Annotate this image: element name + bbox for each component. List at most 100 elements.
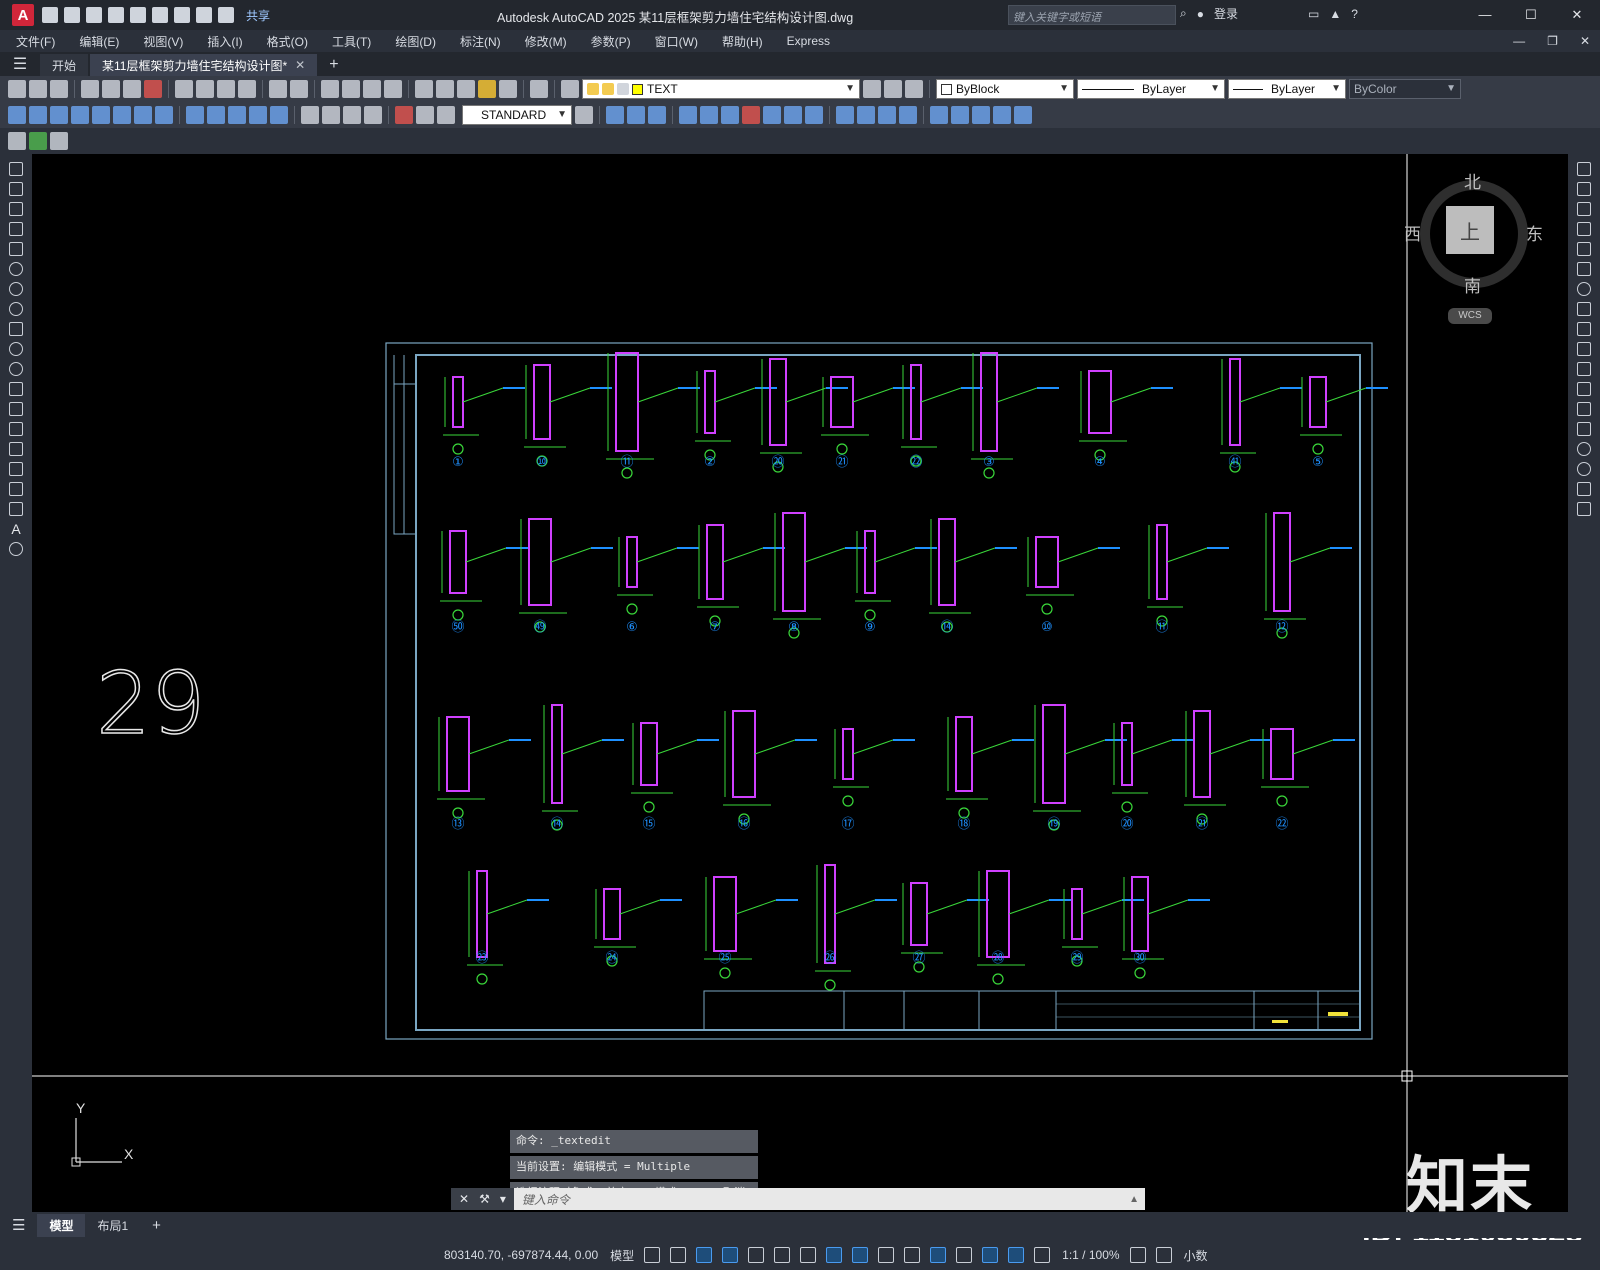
linear-dim-icon[interactable] [8,106,26,124]
tool-palettes-icon[interactable] [457,80,475,98]
ordinate-dim-icon[interactable] [71,106,89,124]
circle-icon[interactable] [9,282,23,296]
undo-icon[interactable] [196,7,212,23]
save-as-icon[interactable] [108,7,124,23]
login-button[interactable]: 登录 [1214,5,1238,22]
dim-edit-icon[interactable] [395,106,413,124]
grid-icon[interactable] [644,1247,661,1263]
save-web-icon[interactable] [152,7,168,23]
object-snap-tracking-icon[interactable] [826,1247,843,1263]
annotation-visibility-icon[interactable] [1008,1247,1025,1263]
close-tab-icon[interactable]: ✕ [295,58,305,72]
multiline-text-icon[interactable]: A [9,522,23,536]
extend-icon[interactable] [1577,362,1591,376]
copy-icon[interactable] [196,80,214,98]
pan-icon[interactable] [321,80,339,98]
arc-length-icon[interactable] [50,106,68,124]
open-icon[interactable] [29,80,47,98]
make-block-icon[interactable] [9,402,23,416]
menu-hamburger-icon[interactable]: ☰ [0,52,40,76]
join-icon[interactable] [1577,422,1591,436]
sheet-set-icon[interactable] [478,80,496,98]
menu-draw[interactable]: 绘图(D) [383,33,448,50]
command-history-toggle-icon[interactable]: ▲ [1129,1194,1139,1205]
menu-dimension[interactable]: 标注(N) [448,33,513,50]
search-icon[interactable]: ⌕ [1180,6,1187,21]
viewcube-south[interactable]: 南 [1464,272,1481,297]
view-bottom-icon[interactable] [857,106,875,124]
close-command-icon[interactable]: ✕ [459,1192,469,1206]
layer-previous-icon[interactable] [884,80,902,98]
redo-icon[interactable] [290,80,308,98]
transparency-icon[interactable] [904,1247,921,1263]
save-icon[interactable] [86,7,102,23]
new-icon[interactable] [8,80,26,98]
redo-icon[interactable] [218,7,234,23]
explode-icon[interactable] [1577,502,1591,516]
blend-curves-icon[interactable] [1577,482,1591,496]
cut-icon[interactable] [175,80,193,98]
drawing-canvas[interactable]: ①⑩⑪②⑳㉑㉒③④㊶⑤㊿㊾⑥⑦⑧⑨⑭⑩⑪⑫⑬⑭⑮⑯⑰⑱⑲⑳㉑㉒㉓㉔㉕㉖㉗㉘㉙㉚ … [32,154,1568,1212]
arc-icon[interactable] [9,262,23,276]
maximize-icon[interactable]: ☐ [1508,0,1554,30]
command-line[interactable]: ✕ ⚒ ▾ 键入命令 ▲ [451,1188,1145,1210]
viewcube-north[interactable]: 北 [1464,168,1481,193]
ucs-object-icon[interactable] [700,106,718,124]
layer-properties-icon[interactable] [561,80,579,98]
center-mark-icon[interactable] [322,106,340,124]
snap-icon[interactable] [670,1247,687,1263]
menu-file[interactable]: 文件(F) [0,33,67,50]
close-icon[interactable]: ✕ [1554,0,1600,30]
copy-object-icon[interactable] [1577,182,1591,196]
new-tab-button[interactable]: + [319,54,348,76]
polar-tracking-icon[interactable] [774,1247,791,1263]
gradient-icon[interactable] [9,462,23,476]
dim-text-edit-icon[interactable] [416,106,434,124]
design-center-icon[interactable] [436,80,454,98]
doc-restore-icon[interactable]: ❐ [1547,34,1558,48]
insert-table-icon[interactable] [50,132,68,150]
object-snap-icon[interactable] [852,1247,869,1263]
attribute-icon[interactable] [29,132,47,150]
menu-insert[interactable]: 插入(I) [195,33,254,50]
viewcube-top-face[interactable]: 上 [1446,206,1494,254]
ellipse-arc-icon[interactable] [9,362,23,376]
jogged-dim-icon[interactable] [113,106,131,124]
erase-icon[interactable] [1577,162,1591,176]
save-icon[interactable] [50,80,68,98]
dynamic-ucs-icon[interactable] [982,1247,999,1263]
viewcube[interactable]: 上 北 南 西 东 WCS [1404,166,1543,336]
help-icon[interactable]: ? [1351,7,1358,21]
fillet-icon[interactable] [1577,462,1591,476]
paste-icon[interactable] [217,80,235,98]
lineweight-icon[interactable] [878,1247,895,1263]
auto-scale-icon[interactable] [1034,1247,1051,1263]
ucs-zaxis-icon[interactable] [763,106,781,124]
layer-states-icon[interactable] [905,80,923,98]
rectangle-icon[interactable] [9,242,23,256]
line-icon[interactable] [9,162,23,176]
viewcube-west[interactable]: 西 [1404,220,1421,245]
view-left-icon[interactable] [878,106,896,124]
ucs-icon[interactable] [606,106,624,124]
recent-commands-icon[interactable]: ▾ [500,1192,506,1206]
annotation-monitor-icon[interactable] [1155,1247,1172,1263]
command-input[interactable]: 键入命令 [514,1191,570,1208]
customize-icon[interactable]: ⚒ [479,1192,490,1206]
wcs-menu[interactable]: WCS [1448,308,1492,324]
tab-model[interactable]: 模型 [37,1213,86,1237]
zoom-window-icon[interactable] [363,80,381,98]
mirror-icon[interactable] [1577,202,1591,216]
ellipse-icon[interactable] [9,342,23,356]
share-button[interactable]: 共享 [246,7,270,24]
ortho-icon[interactable] [748,1247,765,1263]
jogged-linear-icon[interactable] [364,106,382,124]
menu-window[interactable]: 窗口(W) [643,33,710,50]
layout-menu-icon[interactable]: ☰ [0,1213,37,1237]
cursor-coordinates[interactable]: 803140.70, -697874.44, 0.00 [444,1248,598,1262]
plot-preview-icon[interactable] [102,80,120,98]
quick-dim-icon[interactable] [186,106,204,124]
isometric-drafting-icon[interactable] [800,1247,817,1263]
offset-icon[interactable] [1577,222,1591,236]
hatch-icon[interactable] [9,442,23,456]
